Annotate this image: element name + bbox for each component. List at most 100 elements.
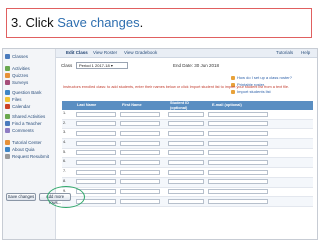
first-name-field[interactable] <box>120 121 160 127</box>
student-id-field[interactable] <box>168 159 204 165</box>
first-name-field[interactable] <box>120 159 160 165</box>
sidebar-item-tutorial-center[interactable]: Tutorial Center <box>5 139 53 146</box>
import-icon <box>231 89 235 94</box>
help-link-roster[interactable]: How do I set up a class roster? <box>231 75 292 80</box>
email-field[interactable] <box>208 198 268 204</box>
sidebar-item-label: Calendar <box>12 104 31 109</box>
tab-view-gradebook[interactable]: View Gradebook <box>124 49 157 57</box>
student-id-field[interactable] <box>168 140 204 146</box>
last-name-field[interactable] <box>76 169 116 175</box>
email-field[interactable] <box>208 140 268 146</box>
sidebar-item-comments[interactable]: Comments <box>5 127 53 134</box>
sidebar-item-about[interactable]: About Quia <box>5 146 53 153</box>
sidebar-item-quizzes[interactable]: Quizzes <box>5 72 53 79</box>
last-name-field[interactable] <box>76 159 116 165</box>
student-id-field[interactable] <box>168 150 204 156</box>
sidebar-item-classes[interactable]: Classes <box>5 53 53 60</box>
first-name-field[interactable] <box>120 189 160 194</box>
sidebar-item-label: Surveys <box>12 80 29 85</box>
sidebar-item-label: Tutorial Center <box>12 140 42 145</box>
sidebar-item-find-teacher[interactable]: Find a Teacher <box>5 120 53 127</box>
first-name-field[interactable] <box>120 140 160 146</box>
email-field[interactable] <box>208 189 268 194</box>
table-row: 10. <box>62 197 313 207</box>
sidebar-item-label: Files <box>12 97 22 102</box>
help-link[interactable]: Help <box>301 49 310 57</box>
files-icon <box>5 97 10 102</box>
sidebar-item-activities[interactable]: Activities <box>5 65 53 72</box>
last-name-field[interactable] <box>76 140 116 146</box>
first-name-field[interactable] <box>120 130 160 136</box>
table-row: 9. <box>62 188 313 198</box>
header-first-name: First Name <box>122 103 142 107</box>
save-changes-button[interactable]: Save changes <box>6 193 36 201</box>
table-row: 4. <box>62 139 313 149</box>
caption-suffix: . <box>139 15 144 30</box>
sidebar-item-label: Activities <box>12 66 30 71</box>
end-date: End Date: 30 Jun 2018 <box>173 63 219 68</box>
table-row: 3. <box>62 129 313 140</box>
table-row: 8. <box>62 177 313 188</box>
first-name-field[interactable] <box>120 198 160 204</box>
header-last-name: Last Name <box>77 103 97 107</box>
slide-caption: 3. Click Save changes. <box>6 8 312 38</box>
row-number: 1. <box>63 111 67 115</box>
last-name-field[interactable] <box>76 111 116 117</box>
sidebar-item-label: Find a Teacher <box>12 121 42 126</box>
caption-prefix: 3. Click <box>11 15 58 30</box>
student-id-field[interactable] <box>168 179 204 185</box>
sidebar-item-request-resubmit[interactable]: Request Resubmit <box>5 153 53 160</box>
class-label: Class <box>61 63 73 68</box>
tutorial-icon <box>5 140 10 145</box>
student-id-field[interactable] <box>168 111 204 117</box>
first-name-field[interactable] <box>120 150 160 156</box>
last-name-field[interactable] <box>76 121 116 127</box>
help-icon <box>231 75 235 80</box>
tutorials-link[interactable]: Tutorials <box>276 49 293 57</box>
calendar-icon <box>5 104 10 109</box>
row-number: 3. <box>63 130 67 135</box>
first-name-field[interactable] <box>120 111 160 117</box>
end-date-label: End Date: <box>173 63 194 68</box>
sidebar-item-surveys[interactable]: Surveys <box>5 79 53 86</box>
email-field[interactable] <box>208 159 268 165</box>
table-header: Last Name First Name Student ID (optiona… <box>62 101 313 110</box>
email-field[interactable] <box>208 130 268 136</box>
request-icon <box>5 154 10 159</box>
first-name-field[interactable] <box>120 179 160 185</box>
email-field[interactable] <box>208 121 268 127</box>
sidebar-item-files[interactable]: Files <box>5 96 53 103</box>
sidebar-item-label: Question Bank <box>12 90 42 95</box>
student-id-field[interactable] <box>168 130 204 136</box>
last-name-field[interactable] <box>76 130 116 136</box>
student-id-field[interactable] <box>168 198 204 204</box>
tab-bar: Edit Class View Roster View Gradebook Tu… <box>56 49 317 58</box>
sidebar: Classes Activities Quizzes Surveys Quest… <box>3 49 56 239</box>
student-id-field[interactable] <box>168 121 204 127</box>
sidebar-item-shared-activities[interactable]: Shared Activities <box>5 113 53 120</box>
sidebar-item-calendar[interactable]: Calendar <box>5 103 53 110</box>
sidebar-item-question-bank[interactable]: Question Bank <box>5 89 53 96</box>
student-table: Last Name First Name Student ID (optiona… <box>62 101 313 207</box>
email-field[interactable] <box>208 111 268 117</box>
last-name-field[interactable] <box>76 179 116 185</box>
end-date-value: 30 Jun 2018 <box>194 63 220 68</box>
table-row: 7. <box>62 168 313 178</box>
student-id-field[interactable] <box>168 169 204 175</box>
last-name-field[interactable] <box>76 150 116 156</box>
table-body: 1. 2. 3. 4. 5. 6. 7. 8. 9.10. <box>62 110 313 207</box>
row-number: 4. <box>63 140 67 145</box>
student-id-field[interactable] <box>168 189 204 194</box>
row-number: 5. <box>63 149 67 154</box>
header-email: E-mail (optional) <box>212 103 242 107</box>
tab-view-roster[interactable]: View Roster <box>93 49 117 57</box>
class-select[interactable]: Period 1 2017-18 ▾ <box>76 62 128 69</box>
email-field[interactable] <box>208 179 268 185</box>
table-row: 6. <box>62 158 313 169</box>
shared-icon <box>5 114 10 119</box>
email-field[interactable] <box>208 150 268 156</box>
tab-edit-class[interactable]: Edit Class <box>66 49 88 57</box>
row-number: 2. <box>63 120 67 125</box>
first-name-field[interactable] <box>120 169 160 175</box>
email-field[interactable] <box>208 169 268 175</box>
